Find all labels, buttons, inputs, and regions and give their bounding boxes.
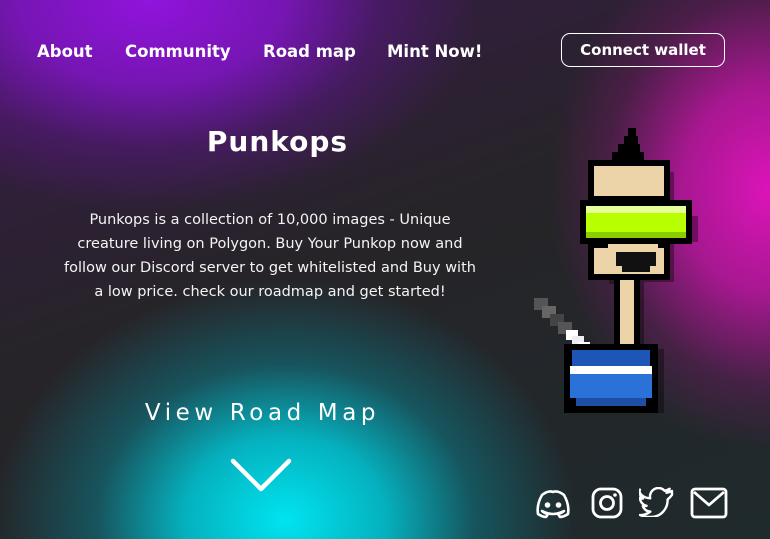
instagram-icon[interactable] bbox=[591, 487, 623, 519]
mail-icon[interactable] bbox=[690, 487, 728, 519]
punkop-character-illustration bbox=[534, 128, 698, 413]
nav-road-map[interactable]: Road map bbox=[263, 42, 356, 61]
nav-community[interactable]: Community bbox=[125, 42, 231, 61]
chevron-down-icon[interactable] bbox=[230, 458, 292, 494]
discord-icon[interactable] bbox=[535, 487, 571, 521]
nav-about[interactable]: About bbox=[37, 42, 93, 61]
twitter-icon[interactable] bbox=[639, 487, 675, 517]
landing-page: About Community Road map Mint Now! Conne… bbox=[0, 0, 770, 539]
hero-title: Punkops bbox=[206, 125, 349, 158]
view-road-map-link[interactable]: View Road Map bbox=[100, 400, 425, 426]
hero-description: Punkops is a collection of 10,000 images… bbox=[64, 212, 476, 300]
nav-mint-now[interactable]: Mint Now! bbox=[387, 42, 482, 61]
connect-wallet-button[interactable]: Connect wallet bbox=[561, 33, 725, 67]
